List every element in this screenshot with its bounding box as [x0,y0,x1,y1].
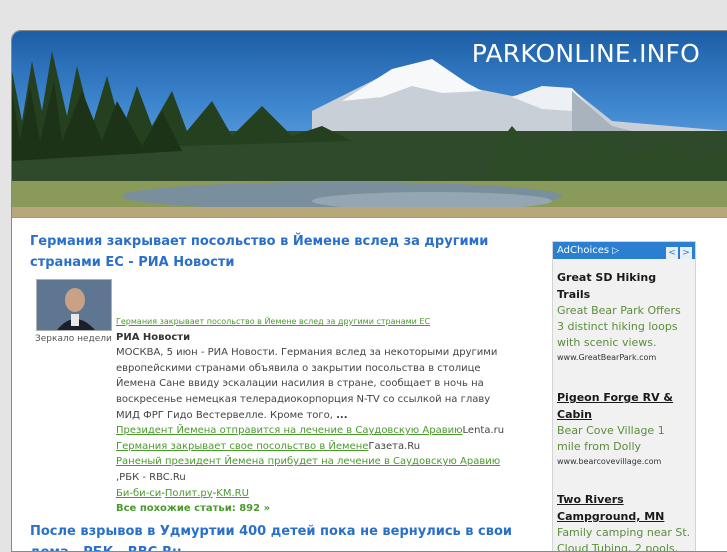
page-frame: PARKONLINE.INFO Германия закрывает посол… [11,30,727,552]
news-item: После взрывов в Удмуртии 400 детей пока … [30,521,520,551]
ad-title[interactable]: Great SD Hiking Trails [557,269,691,303]
source-link[interactable]: KM.RU [216,488,249,499]
ad-title[interactable]: Two Rivers Campground, MN [557,491,691,525]
ad-unit[interactable]: Great SD Hiking Trails Great Bear Park O… [553,259,695,365]
main-content: Германия закрывает посольство в Йемене в… [30,231,530,551]
ad-unit[interactable]: Pigeon Forge RV & Cabin Bear Cove Villag… [553,365,695,469]
headline-link[interactable]: Германия закрывает посольство в Йемене в… [116,317,430,326]
chevron-left-icon[interactable]: < [666,247,678,259]
ad-url[interactable]: www.GreatBearPark.com [557,351,691,365]
chevron-right-icon[interactable]: > [680,247,692,259]
related-source: Газета.Ru [368,440,421,452]
all-news-link[interactable]: Все похожие статьи: 892 » [116,503,270,514]
header-banner: PARKONLINE.INFO [12,31,727,218]
news-source: РИА Новости [116,331,191,343]
source-link[interactable]: Би-би-си [116,488,161,499]
related-source: ,РБК - RBC.Ru [116,471,186,483]
ad-description: Family camping near St. Cloud Tubing, 2 … [557,526,691,552]
related-source: Lenta.ru [462,425,505,437]
adchoices-bar: AdChoices ▷ < > [553,242,695,259]
related-link[interactable]: Германия закрывает свое посольство в Йем… [116,441,368,452]
news-thumbnail[interactable] [36,279,112,331]
news-text: МОСКВА, 5 июн - РИА Новости. Германия вс… [116,347,498,421]
adchoices-label[interactable]: AdChoices [557,245,609,256]
news-item: Германия закрывает посольство в Йемене в… [30,231,530,521]
ad-nav: < > [664,244,692,261]
news-body: Германия закрывает посольство в Йемене в… [116,314,516,517]
article-title-link[interactable]: Германия закрывает посольство в Йемене в… [30,231,530,273]
ad-sidebar: AdChoices ▷ < > Great SD Hiking Trails Gre… [552,241,696,552]
adchoices-icon[interactable]: ▷ [612,243,619,260]
source-link[interactable]: Полит.ру [165,488,213,499]
related-link[interactable]: Президент Йемена отправится на лечение в… [116,425,463,436]
related-link[interactable]: Раненый президент Йемена прибудет на леч… [116,456,500,467]
ad-title[interactable]: Pigeon Forge RV & Cabin [557,389,691,423]
ellipsis: ... [336,409,348,421]
site-title[interactable]: PARKONLINE.INFO [472,39,700,68]
thumb-caption: Зеркало недели [35,334,112,344]
ad-description: Bear Cove Village 1 mile from Dolly [557,424,665,453]
article-title-link[interactable]: После взрывов в Удмуртии 400 детей пока … [30,521,520,551]
ad-unit[interactable]: Two Rivers Campground, MN Family camping… [553,469,695,552]
ad-description: Great Bear Park Offers 3 distinct hiking… [557,304,681,349]
ad-url[interactable]: www.bearcovevillage.com [557,455,691,469]
